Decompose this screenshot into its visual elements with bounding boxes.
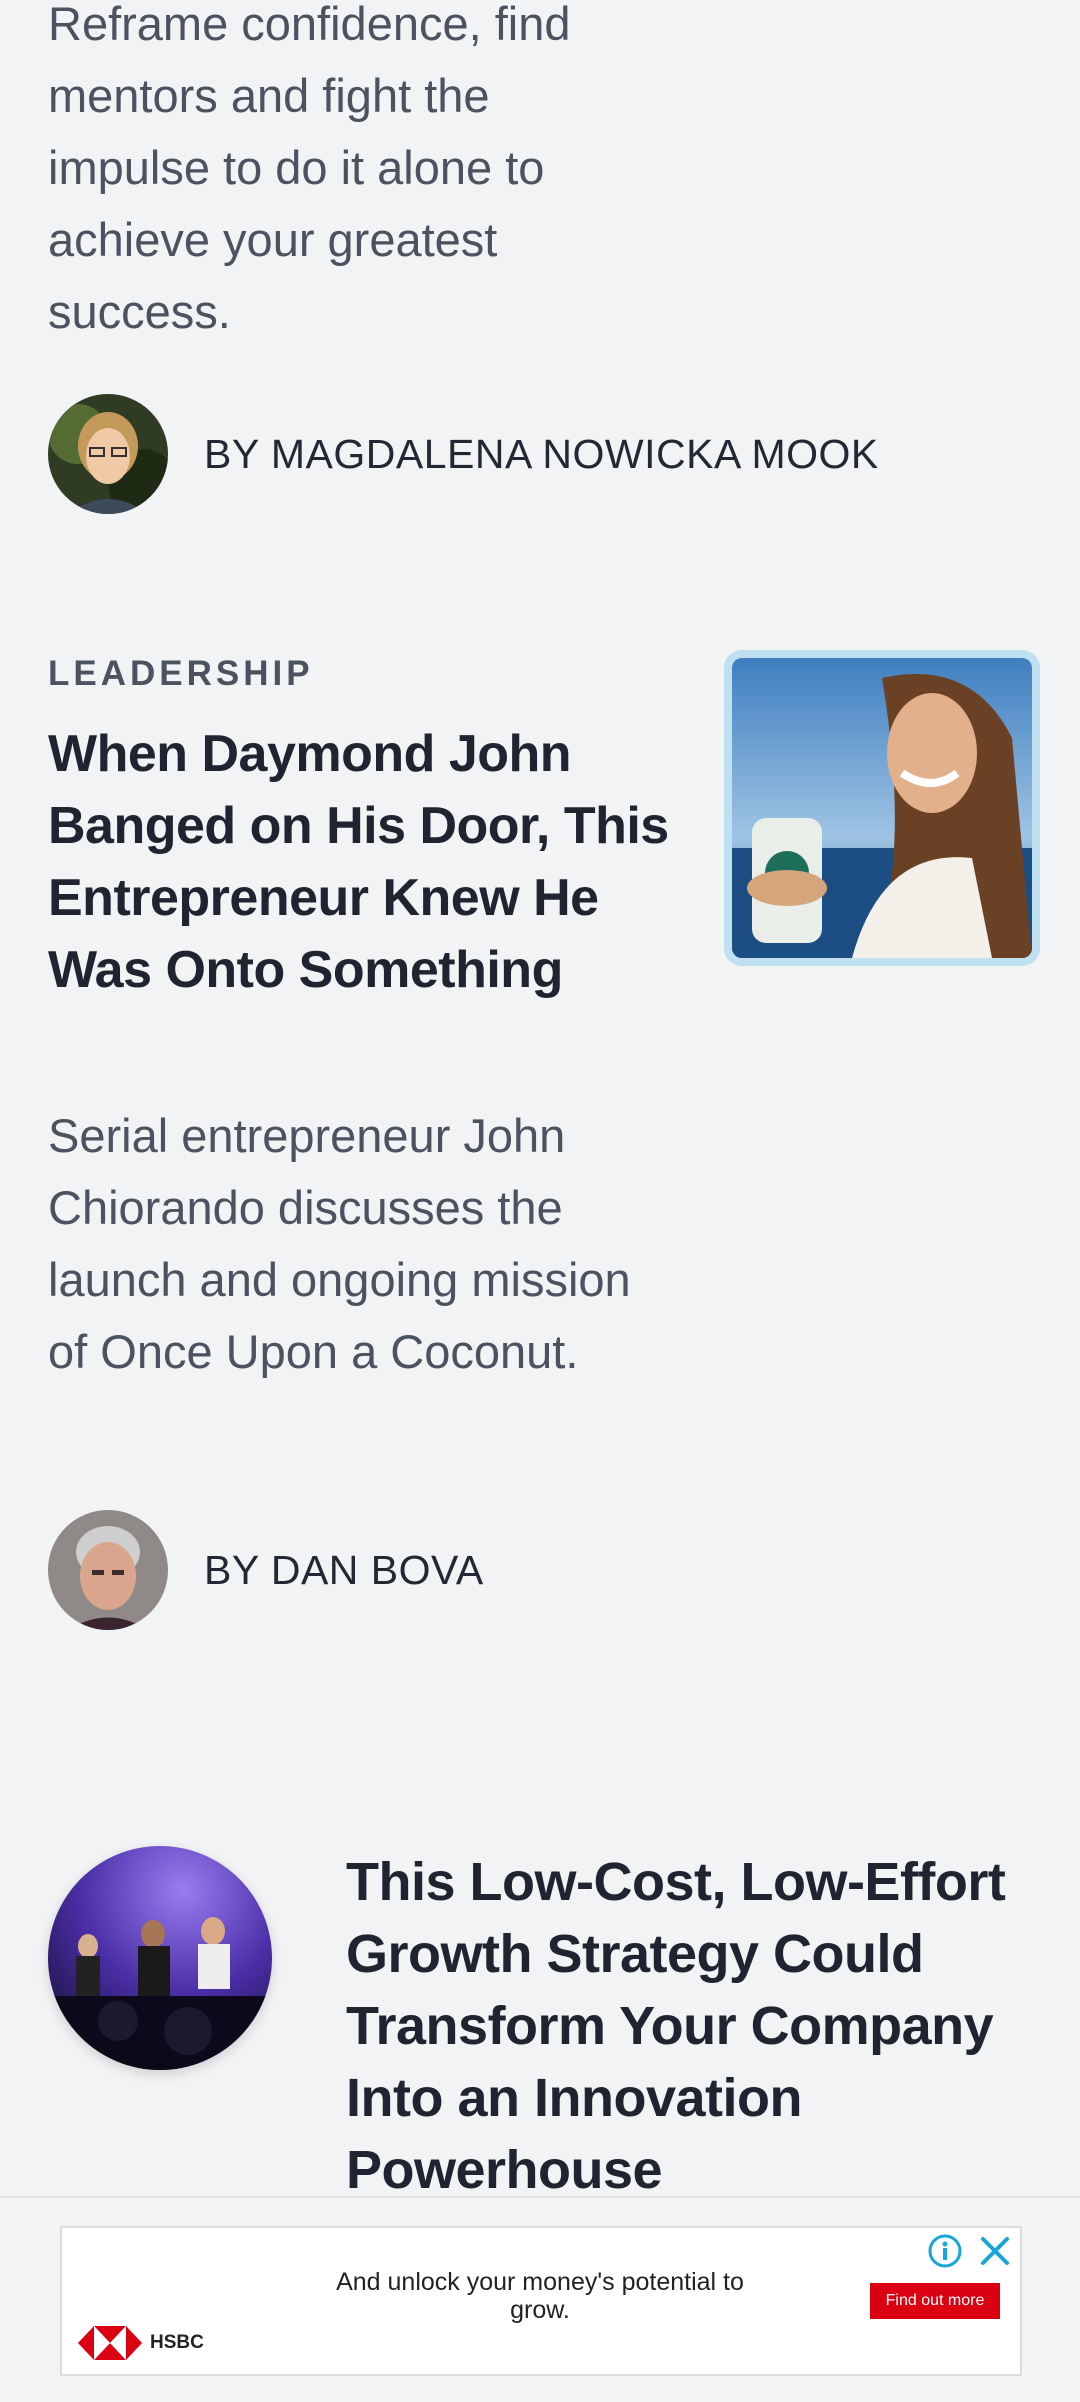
ad-info-icon[interactable] — [928, 2234, 962, 2268]
article-headline[interactable]: When Daymond John Banged on His Door, Th… — [48, 718, 678, 1006]
author-avatar — [48, 394, 168, 514]
author-byline[interactable]: BY DAN BOVA — [48, 1510, 484, 1630]
hsbc-logo-icon — [78, 2326, 142, 2360]
feature-headline[interactable]: This Low-Cost, Low-Effort Growth Strateg… — [346, 1846, 1046, 2206]
ad-copy[interactable]: And unlock your money's potential to gro… — [330, 2268, 750, 2324]
feature-image[interactable] — [48, 1846, 272, 2070]
article-summary[interactable]: Serial entrepreneur John Chiorando discu… — [48, 1100, 668, 1388]
article-thumbnail[interactable] — [732, 658, 1032, 958]
ad-brand-logo[interactable]: HSBC — [78, 2326, 204, 2360]
ad-close-icon[interactable] — [978, 2234, 1012, 2268]
author-name[interactable]: BY DAN BOVA — [204, 1547, 484, 1594]
author-byline[interactable]: BY MAGDALENA NOWICKA MOOK — [48, 394, 879, 514]
category-label[interactable]: LEADERSHIP — [48, 654, 314, 694]
ad-cta-button[interactable]: Find out more — [870, 2283, 1000, 2319]
author-name[interactable]: BY MAGDALENA NOWICKA MOOK — [204, 431, 879, 478]
author-avatar — [48, 1510, 168, 1630]
article-summary[interactable]: Reframe confidence, find mentors and fig… — [48, 0, 648, 348]
ad-brand-name: HSBC — [150, 2332, 204, 2353]
